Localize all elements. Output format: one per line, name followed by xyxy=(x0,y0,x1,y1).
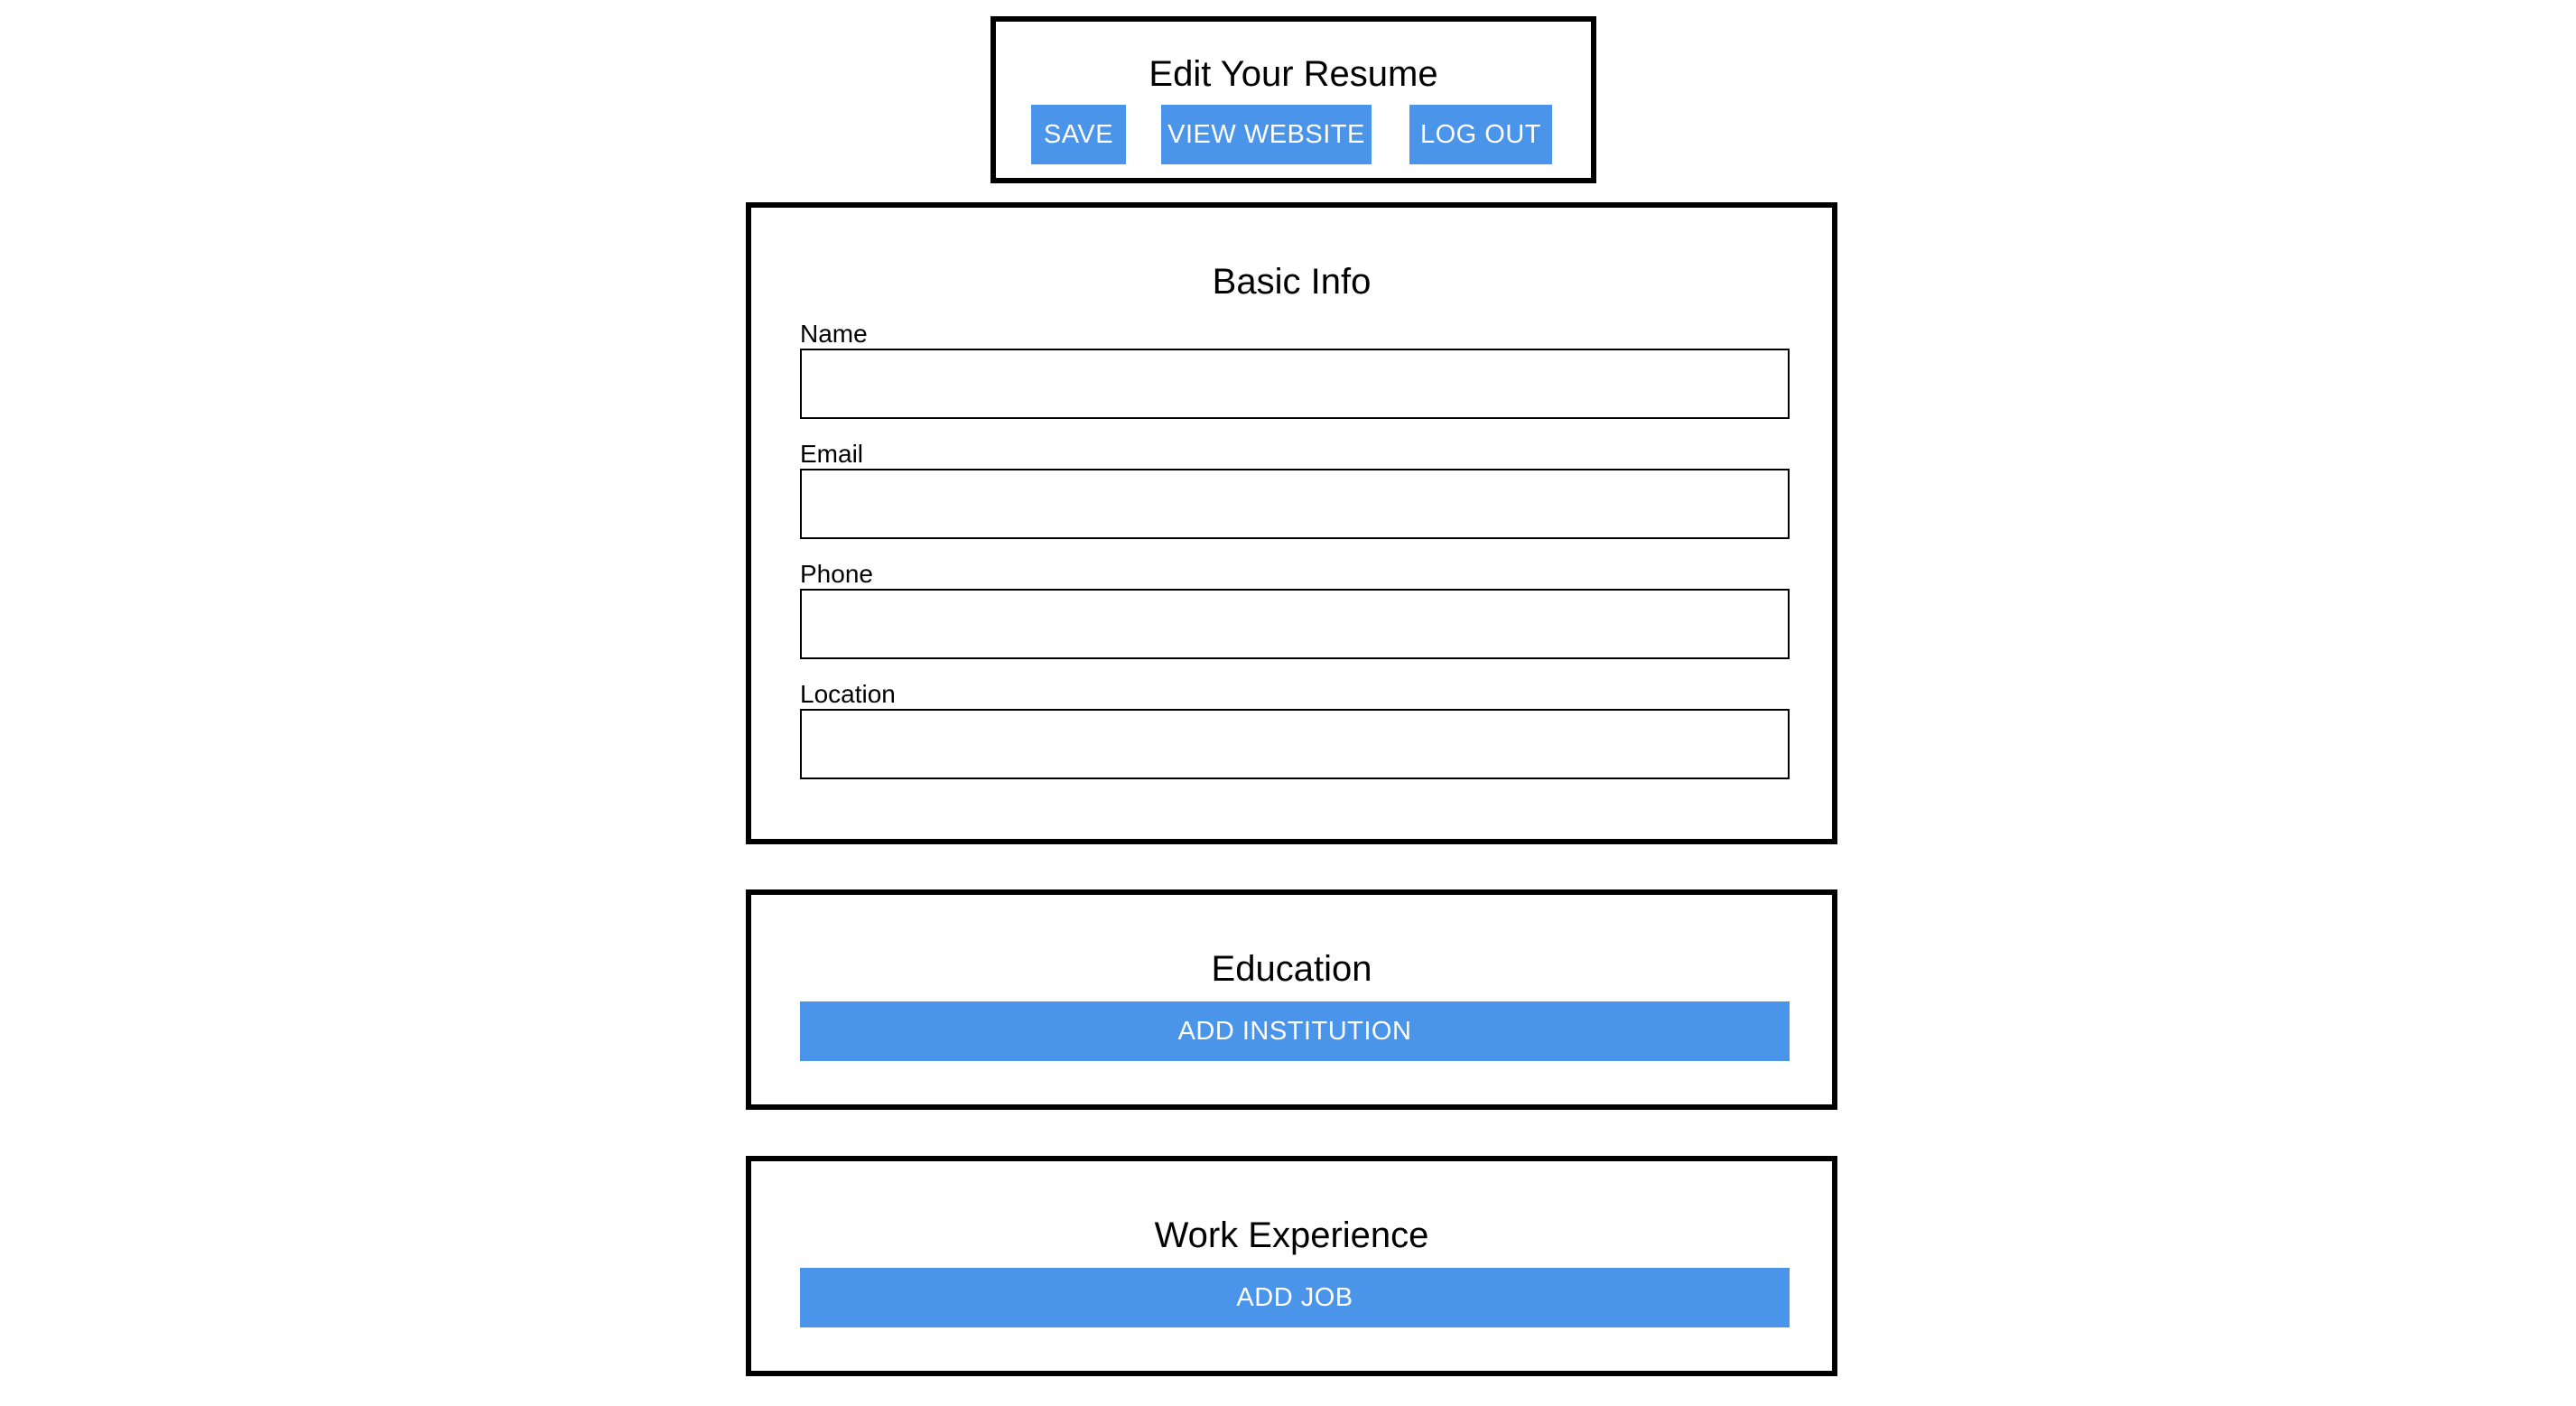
log-out-button[interactable]: LOG OUT xyxy=(1409,105,1552,164)
basic-info-title: Basic Info xyxy=(1212,262,1372,302)
add-institution-button[interactable]: ADD INSTITUTION xyxy=(800,1001,1790,1061)
work-experience-section: Work Experience ADD JOB xyxy=(746,1156,1837,1376)
add-job-button[interactable]: ADD JOB xyxy=(800,1268,1790,1327)
save-button[interactable]: SAVE xyxy=(1031,105,1126,164)
education-title: Education xyxy=(1211,949,1372,989)
name-label: Name xyxy=(800,320,868,348)
page-title: Edit Your Resume xyxy=(1149,54,1438,94)
phone-input[interactable] xyxy=(800,589,1790,659)
view-website-button[interactable]: VIEW WEBSITE xyxy=(1161,105,1372,164)
education-section: Education ADD INSTITUTION xyxy=(746,889,1837,1110)
email-label: Email xyxy=(800,440,864,468)
location-input[interactable] xyxy=(800,709,1790,779)
location-label: Location xyxy=(800,680,896,708)
basic-info-section: Basic Info Name Email Phone Location xyxy=(746,202,1837,844)
header-panel: Edit Your Resume SAVE VIEW WEBSITE LOG O… xyxy=(990,16,1596,183)
email-input[interactable] xyxy=(800,469,1790,539)
phone-label: Phone xyxy=(800,560,873,588)
name-input[interactable] xyxy=(800,349,1790,419)
work-experience-title: Work Experience xyxy=(1154,1215,1429,1255)
